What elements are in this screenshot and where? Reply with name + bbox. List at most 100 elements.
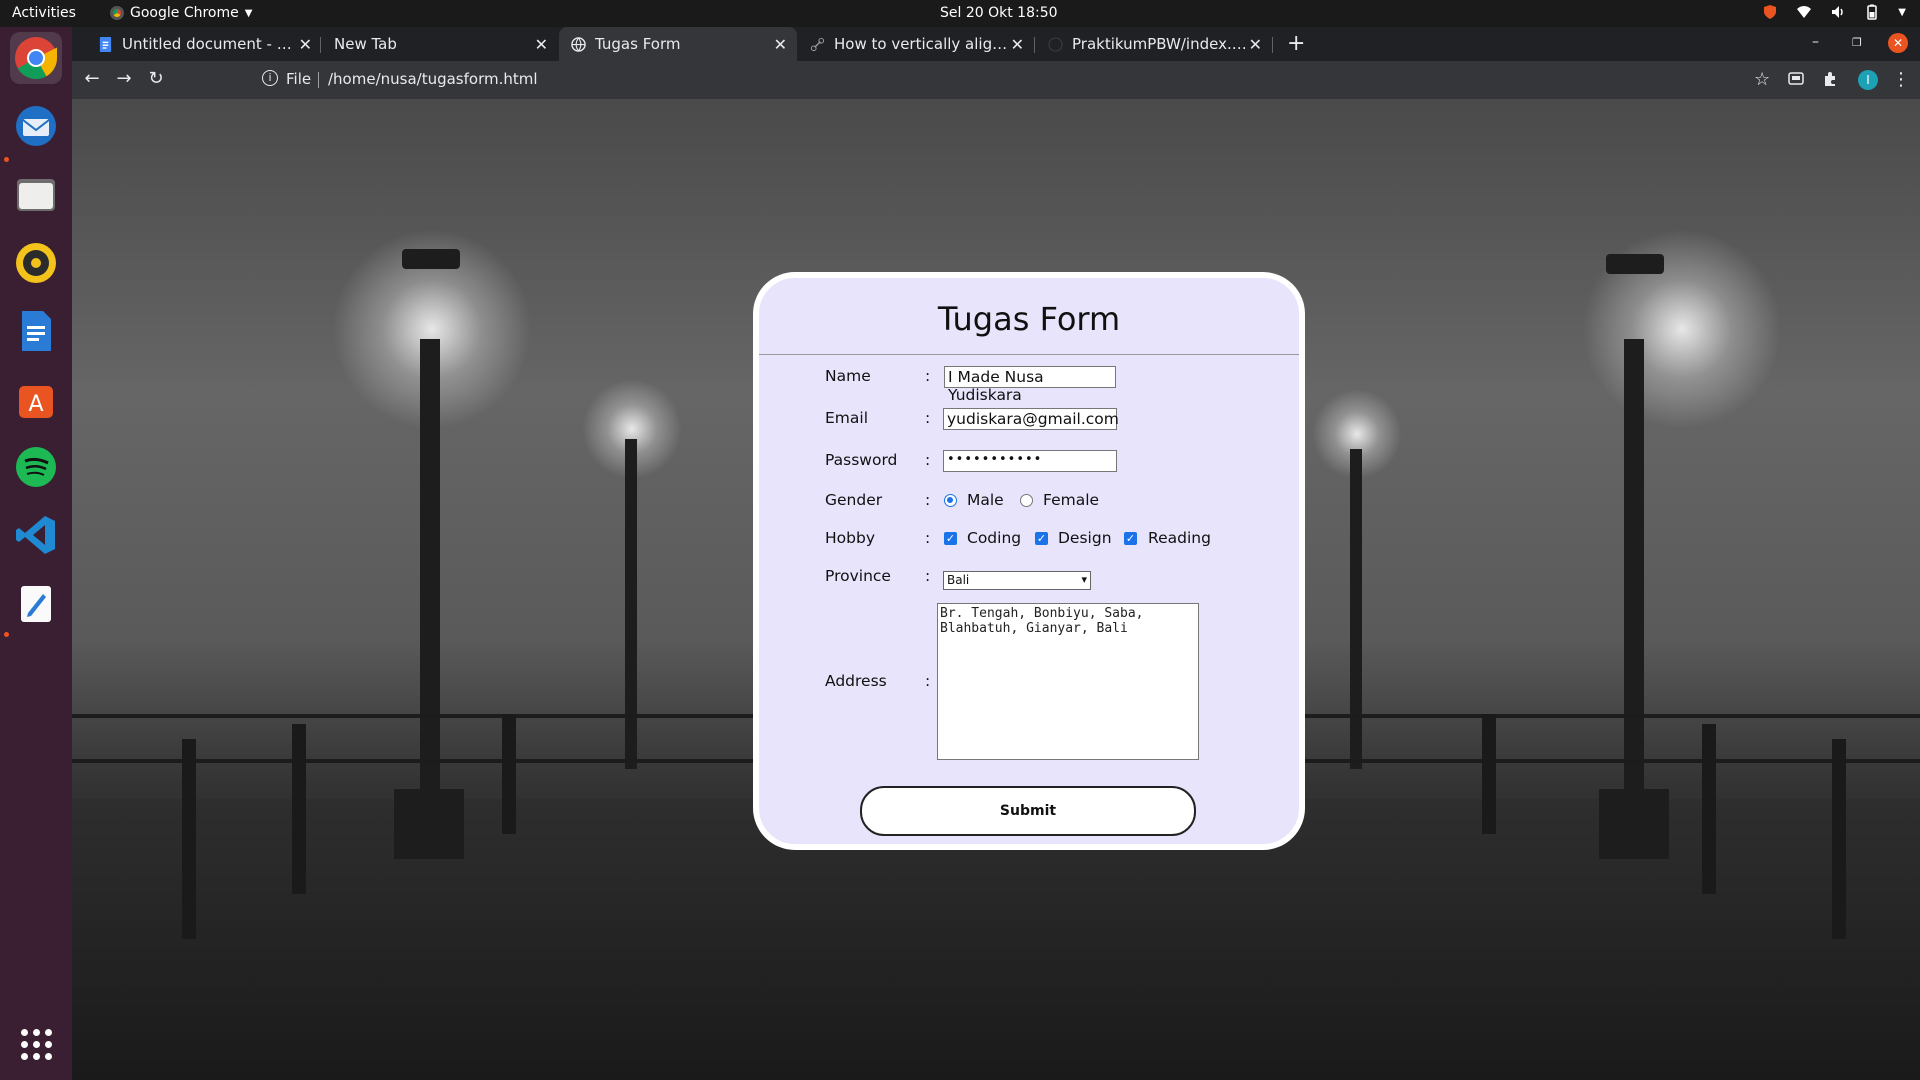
address-scheme: File: [286, 70, 312, 88]
thunderbird-icon: [16, 106, 56, 146]
hobby-colon: :: [925, 529, 931, 547]
gender-female-label[interactable]: Female: [1043, 491, 1099, 509]
lamp-post: [1350, 449, 1362, 769]
tab-vertical-align[interactable]: How to vertically align a " ✕: [798, 27, 1034, 61]
hobby-label: Hobby: [825, 529, 875, 547]
restore-icon[interactable]: ❐: [1852, 36, 1862, 49]
activities-button[interactable]: Activities: [12, 5, 76, 21]
system-top-bar: Activities Google Chrome ▼ Sel 20 Okt 18…: [0, 0, 1920, 27]
battery-icon[interactable]: [1864, 4, 1880, 20]
svg-text:A: A: [28, 392, 43, 417]
caret-down-icon: ▼: [244, 7, 253, 19]
github-icon: [1048, 36, 1063, 52]
app-menu[interactable]: Google Chrome ▼: [110, 5, 252, 21]
hobby-design-label[interactable]: Design: [1058, 529, 1112, 547]
title-divider: [759, 354, 1299, 355]
info-icon[interactable]: i: [262, 70, 278, 86]
name-colon: :: [925, 367, 931, 385]
gender-male-label[interactable]: Male: [967, 491, 1004, 509]
tab-divider: [320, 37, 321, 53]
dock-libreoffice-writer[interactable]: [10, 305, 62, 357]
gender-male-radio[interactable]: [944, 494, 957, 507]
volume-icon[interactable]: [1830, 4, 1846, 20]
close-tab-icon[interactable]: ✕: [1249, 35, 1262, 54]
email-input[interactable]: yudiskara@gmail.com: [943, 408, 1119, 430]
profile-avatar[interactable]: I: [1858, 70, 1878, 90]
tab-strip: Untitled document - Goog ✕ New Tab ✕ Tug…: [72, 27, 1920, 61]
tab-untitled-document[interactable]: Untitled document - Goog ✕: [86, 27, 322, 61]
hobby-design-checkbox[interactable]: ✓: [1035, 532, 1048, 545]
text-editor-icon: [21, 586, 51, 622]
tab-praktikum-pbw[interactable]: PraktikumPBW/index.htm ✕: [1036, 27, 1272, 61]
extensions-puzzle-icon[interactable]: [1822, 71, 1838, 87]
province-label: Province: [825, 567, 891, 585]
close-tab-icon[interactable]: ✕: [535, 35, 548, 54]
address-textarea[interactable]: Br. Tengah, Bonbiyu, Saba, Blahbatuh, Gi…: [937, 603, 1199, 760]
close-window-icon[interactable]: ✕: [1888, 33, 1908, 53]
system-tray[interactable]: ▼: [1762, 4, 1906, 20]
dock-thunderbird[interactable]: [10, 100, 62, 152]
hobby-reading-checkbox[interactable]: ✓: [1124, 532, 1137, 545]
hobby-coding-checkbox[interactable]: ✓: [944, 532, 957, 545]
dock-ubuntu-software[interactable]: A: [10, 373, 62, 425]
tab-title: Untitled document - Goog: [122, 35, 297, 53]
shield-icon[interactable]: [1762, 4, 1778, 20]
tab-tugas-form[interactable]: Tugas Form ✕: [559, 27, 797, 61]
minimize-icon[interactable]: –: [1812, 34, 1819, 50]
email-colon: :: [925, 409, 931, 427]
back-arrow-icon[interactable]: ←: [80, 68, 104, 89]
tab-title: How to vertically align a ": [834, 35, 1009, 53]
kebab-menu-icon[interactable]: ⋮: [1892, 69, 1910, 90]
address-url[interactable]: /home/nusa/tugasform.html: [328, 70, 538, 88]
new-tab-button[interactable]: +: [1287, 31, 1305, 56]
submit-button[interactable]: Submit: [860, 786, 1196, 836]
province-select[interactable]: Bali ▾: [943, 571, 1091, 590]
dock-files[interactable]: [10, 168, 62, 220]
lamp-base: [1599, 789, 1669, 859]
show-applications-button[interactable]: [21, 1029, 52, 1060]
form-title: Tugas Form: [937, 300, 1121, 338]
ubuntu-dock: A: [0, 27, 72, 1080]
spotify-icon: [16, 447, 56, 487]
gender-label: Gender: [825, 491, 883, 509]
province-colon: :: [925, 567, 931, 585]
cast-icon[interactable]: [1788, 71, 1804, 87]
forward-arrow-icon[interactable]: →: [112, 68, 136, 89]
dock-chrome[interactable]: [10, 32, 62, 84]
bookmark-star-icon[interactable]: ☆: [1754, 69, 1770, 90]
reload-icon[interactable]: ↻: [144, 68, 168, 89]
close-tab-icon[interactable]: ✕: [1011, 35, 1024, 54]
password-input[interactable]: •••••••••••: [943, 450, 1117, 472]
lamp-post: [420, 339, 440, 799]
railing: [72, 714, 762, 718]
tab-new-tab[interactable]: New Tab ✕: [322, 27, 558, 61]
close-tab-icon[interactable]: ✕: [774, 35, 787, 54]
address-label: Address: [825, 672, 887, 690]
hobby-reading-label[interactable]: Reading: [1148, 529, 1211, 547]
lamp-head: [1606, 254, 1664, 274]
railing: [1302, 759, 1920, 763]
dock-vscode[interactable]: [10, 509, 62, 561]
dock-text-editor[interactable]: [10, 577, 62, 629]
gender-female-radio[interactable]: [1020, 494, 1033, 507]
close-tab-icon[interactable]: ✕: [299, 35, 312, 54]
wifi-icon[interactable]: [1796, 4, 1812, 20]
writer-icon: [22, 311, 51, 351]
railing-post: [292, 724, 306, 894]
software-store-icon: A: [19, 386, 53, 418]
hobby-coding-label[interactable]: Coding: [967, 529, 1021, 547]
lamp-head: [402, 249, 460, 269]
email-label: Email: [825, 409, 869, 427]
dock-spotify[interactable]: [10, 441, 62, 493]
tab-divider: [1272, 37, 1273, 53]
browser-toolbar: ← → ↻ i File /home/nusa/tugasform.html ☆…: [72, 61, 1920, 99]
system-menu-caret-icon[interactable]: ▼: [1898, 7, 1906, 18]
railing: [72, 759, 762, 763]
lamp-base: [394, 789, 464, 859]
password-label: Password: [825, 451, 898, 469]
vscode-icon: [16, 516, 55, 554]
name-input[interactable]: I Made Nusa Yudiskara: [944, 366, 1116, 404]
address-bar[interactable]: i File /home/nusa/tugasform.html: [182, 65, 1872, 95]
dock-rhythmbox[interactable]: [10, 237, 62, 289]
clock[interactable]: Sel 20 Okt 18:50: [940, 5, 1058, 21]
